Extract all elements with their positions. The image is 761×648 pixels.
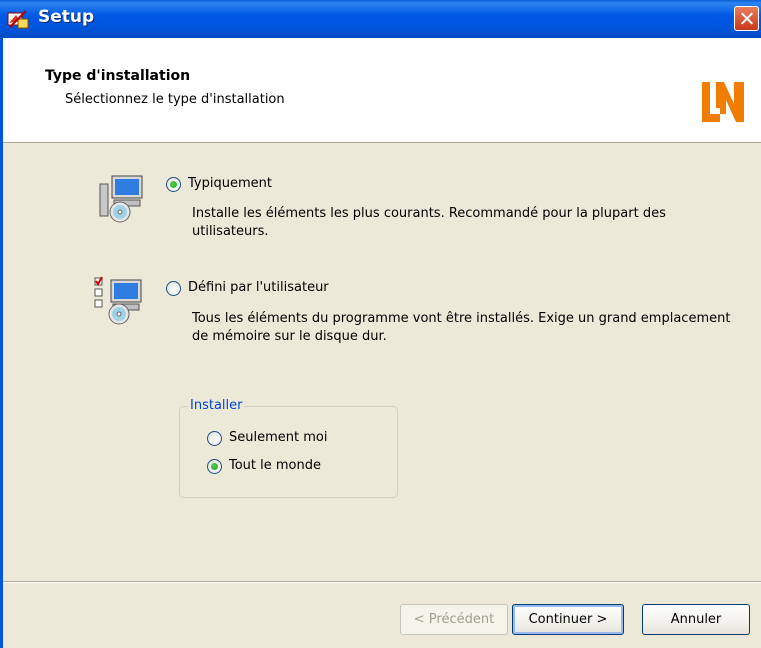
footer-separator [3,581,761,583]
next-button[interactable]: Continuer > [512,604,624,635]
option-typical-description: Installe les éléments les plus courants.… [192,206,666,239]
typical-install-icon [99,175,143,223]
close-button[interactable] [734,6,759,31]
radio-custom[interactable] [166,281,181,296]
option-everyone-label[interactable]: Tout le monde [229,458,321,473]
install-for-groupbox [179,406,398,498]
cancel-button[interactable]: Annuler [642,604,750,635]
back-button[interactable]: < Précédent [400,604,508,635]
radio-only-me[interactable] [207,431,222,446]
ln-logo [702,82,744,122]
custom-install-icon [94,276,142,325]
option-custom-description: Tous les éléments du programme vont être… [192,311,731,344]
header-panel: Type d'installation Sélectionnez le type… [3,38,761,143]
page-subtitle: Sélectionnez le type d'installation [65,92,285,107]
page-title: Type d'installation [45,68,191,84]
setup-app-icon [7,10,29,29]
install-for-legend: Installer [188,398,245,413]
radio-everyone[interactable] [207,459,222,474]
option-typical-label[interactable]: Typiquement [188,176,272,191]
radio-typical[interactable] [166,177,181,192]
title-bar[interactable]: Setup [0,0,761,38]
window-title: Setup [38,7,95,27]
option-custom-label[interactable]: Défini par l'utilisateur [188,280,329,295]
option-only-me-label[interactable]: Seulement moi [229,430,327,445]
